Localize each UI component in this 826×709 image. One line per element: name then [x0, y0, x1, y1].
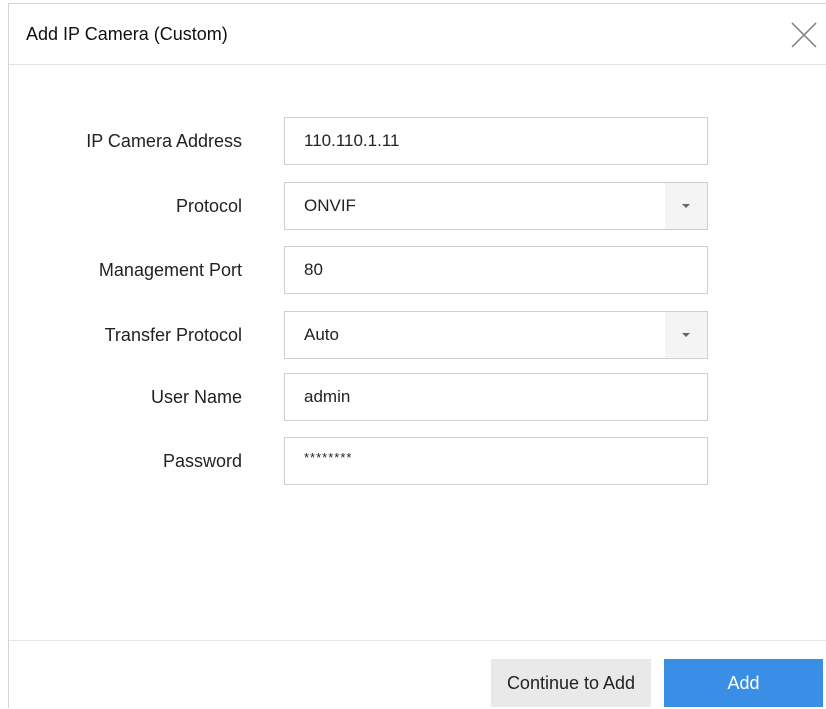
transfer-protocol-selected-value: Auto [304, 325, 339, 344]
protocol-select[interactable]: ONVIF [284, 182, 708, 230]
transfer-protocol-label: Transfer Protocol [104, 325, 242, 345]
continue-to-add-button[interactable]: Continue to Add [491, 659, 651, 707]
management-port-row: Management Port [9, 246, 826, 294]
protocol-selected-value: ONVIF [304, 196, 356, 215]
transfer-protocol-select[interactable]: Auto [284, 311, 708, 359]
password-label: Password [162, 451, 242, 471]
add-button[interactable]: Add [664, 659, 823, 707]
transfer-protocol-dropdown-button[interactable] [665, 312, 707, 358]
close-icon [791, 22, 817, 48]
management-port-input[interactable] [285, 247, 707, 293]
ip-address-field-box [284, 117, 708, 165]
password-row: Password ******** [9, 437, 826, 485]
password-field[interactable]: ******** [284, 437, 708, 485]
user-name-field-box [284, 373, 708, 421]
management-port-field-box [284, 246, 708, 294]
user-name-row: User Name [9, 373, 826, 421]
password-masked-value: ******** [304, 450, 353, 465]
add-ip-camera-dialog: Add IP Camera (Custom) IP Camera Address… [8, 3, 826, 708]
chevron-down-icon [682, 204, 690, 208]
dialog-header: Add IP Camera (Custom) [9, 4, 826, 65]
transfer-protocol-row: Transfer Protocol Auto [9, 311, 826, 359]
dialog-footer: Continue to Add Add [9, 640, 826, 709]
ip-address-row: IP Camera Address [9, 117, 826, 165]
management-port-label: Management Port [98, 260, 242, 280]
protocol-dropdown-button[interactable] [665, 183, 707, 229]
chevron-down-icon [682, 333, 690, 337]
protocol-label: Protocol [175, 196, 242, 216]
close-button[interactable] [789, 20, 819, 50]
ip-address-label: IP Camera Address [86, 131, 242, 151]
user-name-input[interactable] [285, 374, 707, 420]
user-name-label: User Name [150, 387, 242, 407]
protocol-row: Protocol ONVIF [9, 182, 826, 230]
ip-address-input[interactable] [285, 118, 707, 164]
dialog-title: Add IP Camera (Custom) [26, 24, 228, 44]
